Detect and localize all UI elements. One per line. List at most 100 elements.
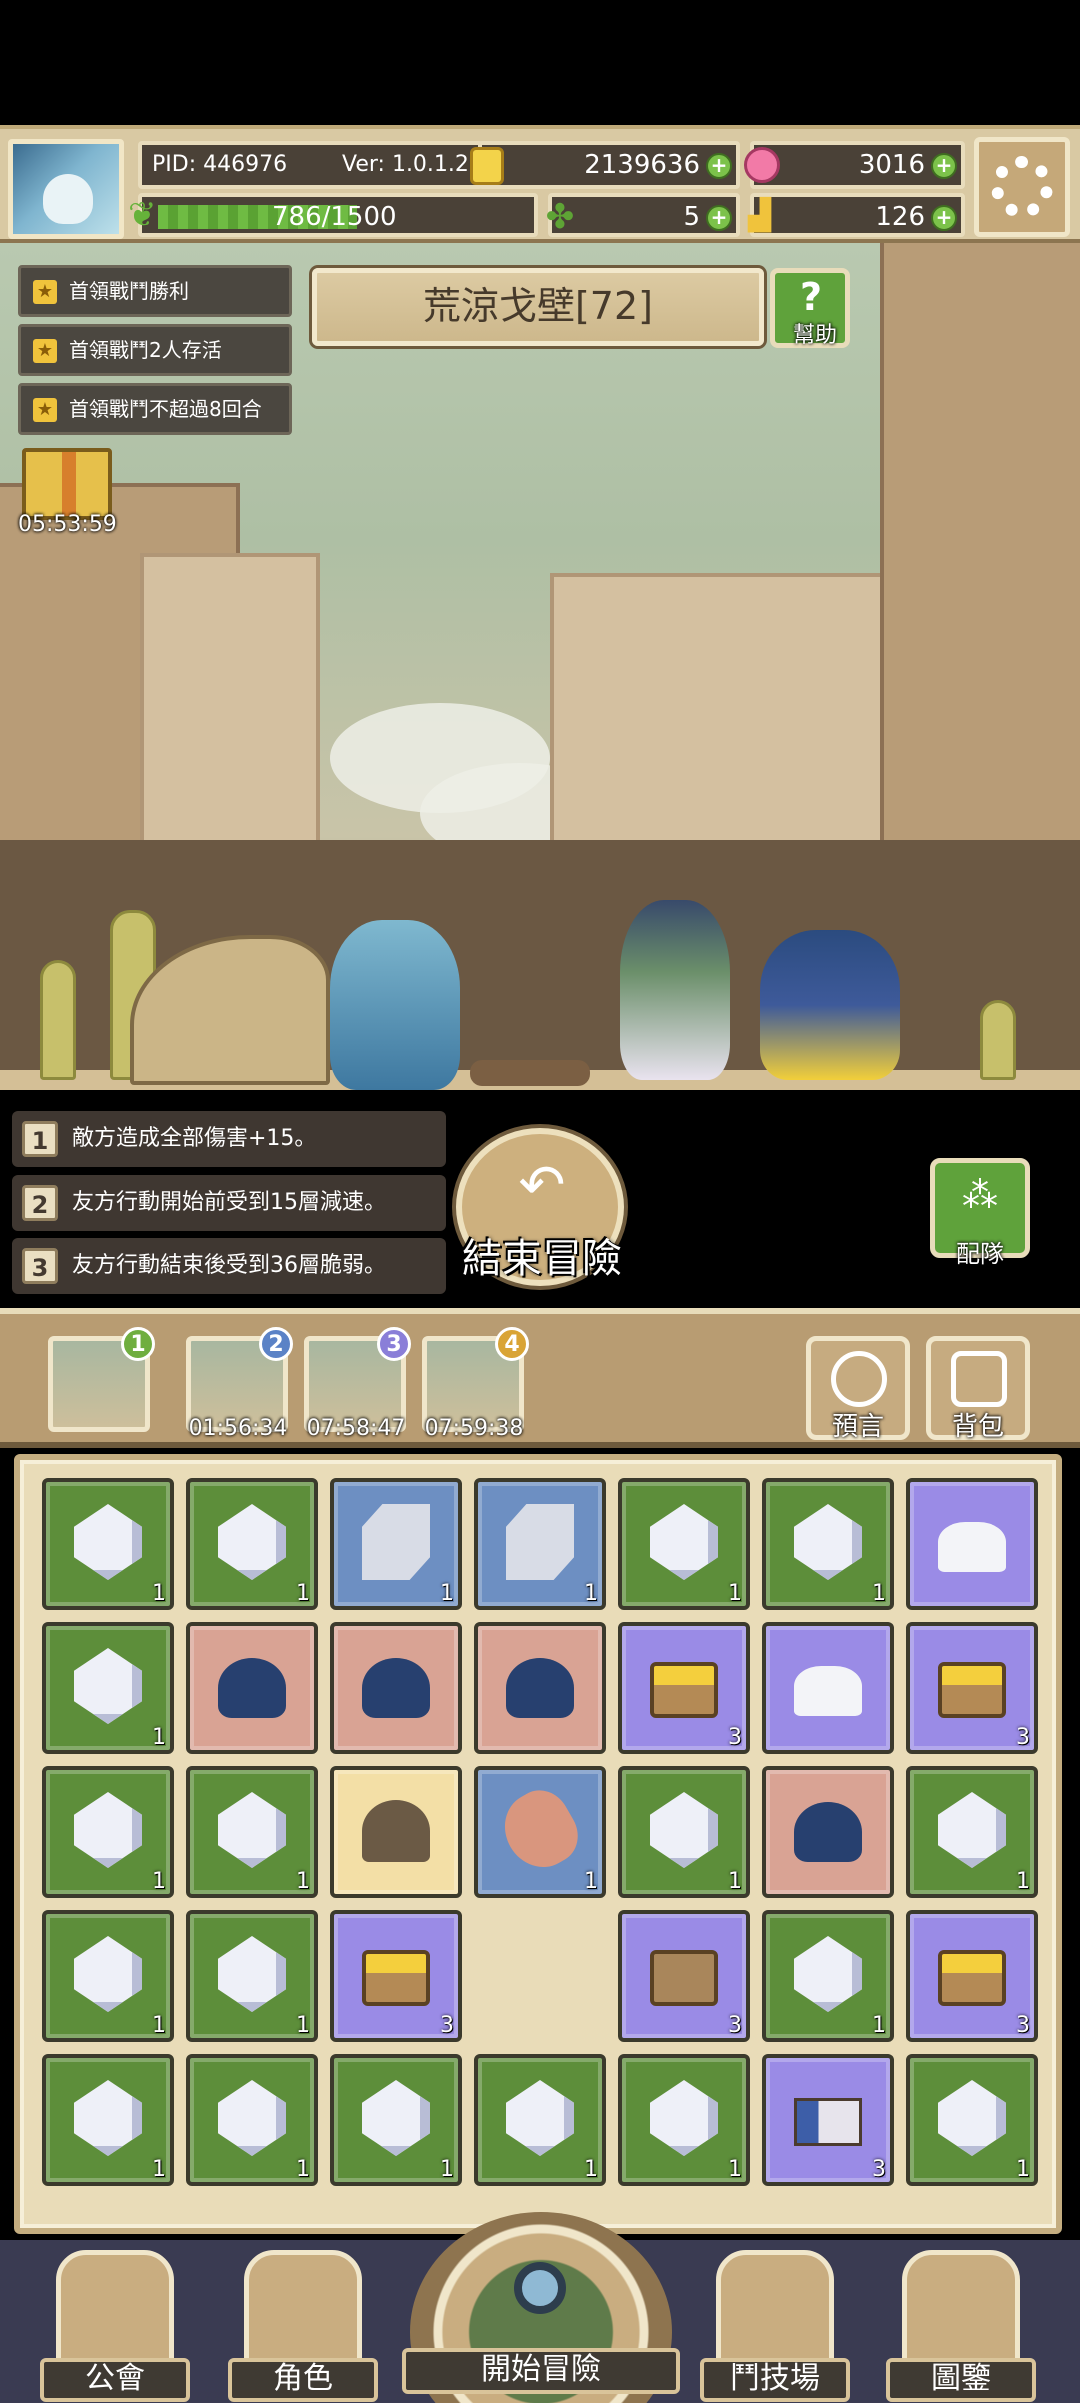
inventory-item[interactable]: [906, 1478, 1038, 1610]
help-button[interactable]: ? 幫助: [770, 268, 850, 348]
nav-character[interactable]: 角色: [228, 2250, 378, 2402]
crystal-icon: [938, 1792, 1006, 1868]
inventory-item[interactable]: [474, 1622, 606, 1754]
gold-chest-icon: [938, 1950, 1006, 2006]
clover-panel: ✤ 5 +: [546, 193, 740, 237]
player-id: PID: 446976: [152, 152, 288, 177]
inventory-item[interactable]: 3: [762, 2054, 894, 2186]
inventory-item[interactable]: [762, 1622, 894, 1754]
inventory-panel: 1 1 1 1 1 1 1 3 3 1 1 1 1 1 1 1 3 3 1 3 1 1 1 1 1 3 1: [14, 1454, 1062, 2234]
inventory-item[interactable]: 1: [906, 1766, 1038, 1898]
inventory-item[interactable]: 1: [906, 2054, 1038, 2186]
help-label: 幫助: [792, 323, 837, 348]
item-quantity: 1: [1016, 1869, 1030, 1894]
quest-objective: ★ 首領戰鬥2人存活: [18, 324, 292, 376]
inventory-item[interactable]: [330, 1766, 462, 1898]
gift-timer: 05:53:59: [18, 512, 117, 537]
item-quantity: 3: [728, 2013, 742, 2038]
inventory-item[interactable]: 1: [618, 2054, 750, 2186]
inventory-item[interactable]: 1: [618, 1478, 750, 1610]
inventory-item[interactable]: 3: [618, 1910, 750, 2042]
inventory-item[interactable]: 1: [186, 1766, 318, 1898]
map-slot-bar: 1 2 3 4 01:56:34 07:58:47 07:59:38 預言 背包: [0, 1308, 1080, 1448]
nav-guild[interactable]: 公會: [40, 2250, 190, 2402]
item-quantity: 3: [440, 2013, 454, 2038]
inventory-item[interactable]: 1: [42, 1478, 174, 1610]
item-quantity: 1: [440, 2157, 454, 2182]
inventory-item[interactable]: 3: [330, 1910, 462, 2042]
inventory-item[interactable]: 1: [474, 2054, 606, 2186]
inventory-item[interactable]: 1: [330, 1478, 462, 1610]
item-quantity: 1: [872, 1581, 886, 1606]
backpack-label: 背包: [951, 1412, 1004, 1442]
effect-number: 2: [22, 1185, 58, 1221]
inventory-item[interactable]: 1: [762, 1910, 894, 2042]
item-quantity: 1: [728, 1869, 742, 1894]
backpack-button[interactable]: 背包: [926, 1336, 1030, 1442]
inventory-grid: 1 1 1 1 1 1 1 3 3 1 1 1 1 1 1 1 3 3 1 3 1 1 1 1 1 3 1: [42, 1478, 1038, 2186]
end-adventure-label: 結束冒險: [462, 1236, 622, 1282]
nav-arena-label: 鬥技場: [700, 2358, 850, 2402]
ore-icon: [938, 1522, 1006, 1572]
nav-arena[interactable]: 鬥技場: [700, 2250, 850, 2402]
nav-start-adventure[interactable]: 開始冒險: [402, 2212, 680, 2403]
inventory-item[interactable]: 1: [330, 2054, 462, 2186]
inventory-item[interactable]: 1: [186, 1910, 318, 2042]
slot-timer: 07:59:38: [424, 1416, 524, 1441]
inventory-item[interactable]: 1: [42, 1766, 174, 1898]
map-slot[interactable]: 1: [48, 1327, 155, 1432]
prophecy-button[interactable]: 預言: [806, 1336, 910, 1442]
item-quantity: 3: [1016, 1725, 1030, 1750]
item-quantity: 3: [1016, 2013, 1030, 2038]
guild-building-icon: [56, 2250, 174, 2366]
inventory-item[interactable]: [330, 1622, 462, 1754]
add-clover-icon[interactable]: +: [706, 205, 732, 231]
crystal-icon: [74, 2080, 142, 2156]
ore-icon: [794, 1666, 862, 1716]
gem-amount: 3016: [858, 150, 925, 180]
item-quantity: 1: [584, 1581, 598, 1606]
inventory-item[interactable]: 1: [42, 1910, 174, 2042]
inventory-item[interactable]: 1: [42, 2054, 174, 2186]
inventory-item[interactable]: 1: [186, 1478, 318, 1610]
inventory-item[interactable]: 3: [618, 1622, 750, 1754]
shoe-amount: 126: [875, 202, 925, 232]
crystal-icon: [74, 1792, 142, 1868]
gem-icon: [744, 147, 780, 183]
hero-bunny-girl[interactable]: [620, 900, 730, 1080]
crystal-icon: [794, 1936, 862, 2012]
inventory-item[interactable]: 1: [474, 1766, 606, 1898]
inventory-item[interactable]: 1: [42, 1622, 174, 1754]
prophecy-label: 預言: [831, 1412, 884, 1442]
item-quantity: 1: [872, 2013, 886, 2038]
slot-number: 1: [121, 1327, 155, 1361]
item-quantity: 1: [728, 2157, 742, 2182]
player-avatar[interactable]: [8, 139, 124, 239]
slot-timer: 01:56:34: [188, 1416, 288, 1441]
gift-box-icon[interactable]: [22, 448, 112, 520]
return-arrow-icon: ↶: [518, 1153, 566, 1218]
hero-dragon-girl[interactable]: [760, 930, 900, 1080]
inventory-item[interactable]: [762, 1766, 894, 1898]
chest-icon: [650, 1950, 718, 2006]
inventory-item[interactable]: 1: [474, 1478, 606, 1610]
inventory-item[interactable]: 1: [186, 2054, 318, 2186]
team-label: 配隊: [956, 1240, 1004, 1268]
item-quantity: 3: [728, 1725, 742, 1750]
quest-label: 首領戰鬥不超過8回合: [69, 397, 262, 421]
nav-codex[interactable]: 圖鑒: [886, 2250, 1036, 2402]
inventory-item[interactable]: 1: [762, 1478, 894, 1610]
gold-chest-icon: [362, 1950, 430, 2006]
add-shoe-icon[interactable]: +: [931, 205, 957, 231]
crystal-icon: [938, 2080, 1006, 2156]
add-gem-icon[interactable]: +: [931, 153, 957, 179]
inventory-item[interactable]: 3: [906, 1910, 1038, 2042]
character-portrait-icon: [244, 2250, 362, 2366]
inventory-item[interactable]: [186, 1622, 318, 1754]
star-icon: ★: [33, 398, 57, 422]
settings-button[interactable]: [974, 137, 1070, 237]
inventory-item[interactable]: 3: [906, 1622, 1038, 1754]
inventory-item[interactable]: 1: [618, 1766, 750, 1898]
add-gold-icon[interactable]: +: [706, 153, 732, 179]
hero-ice-princess[interactable]: [330, 920, 460, 1090]
